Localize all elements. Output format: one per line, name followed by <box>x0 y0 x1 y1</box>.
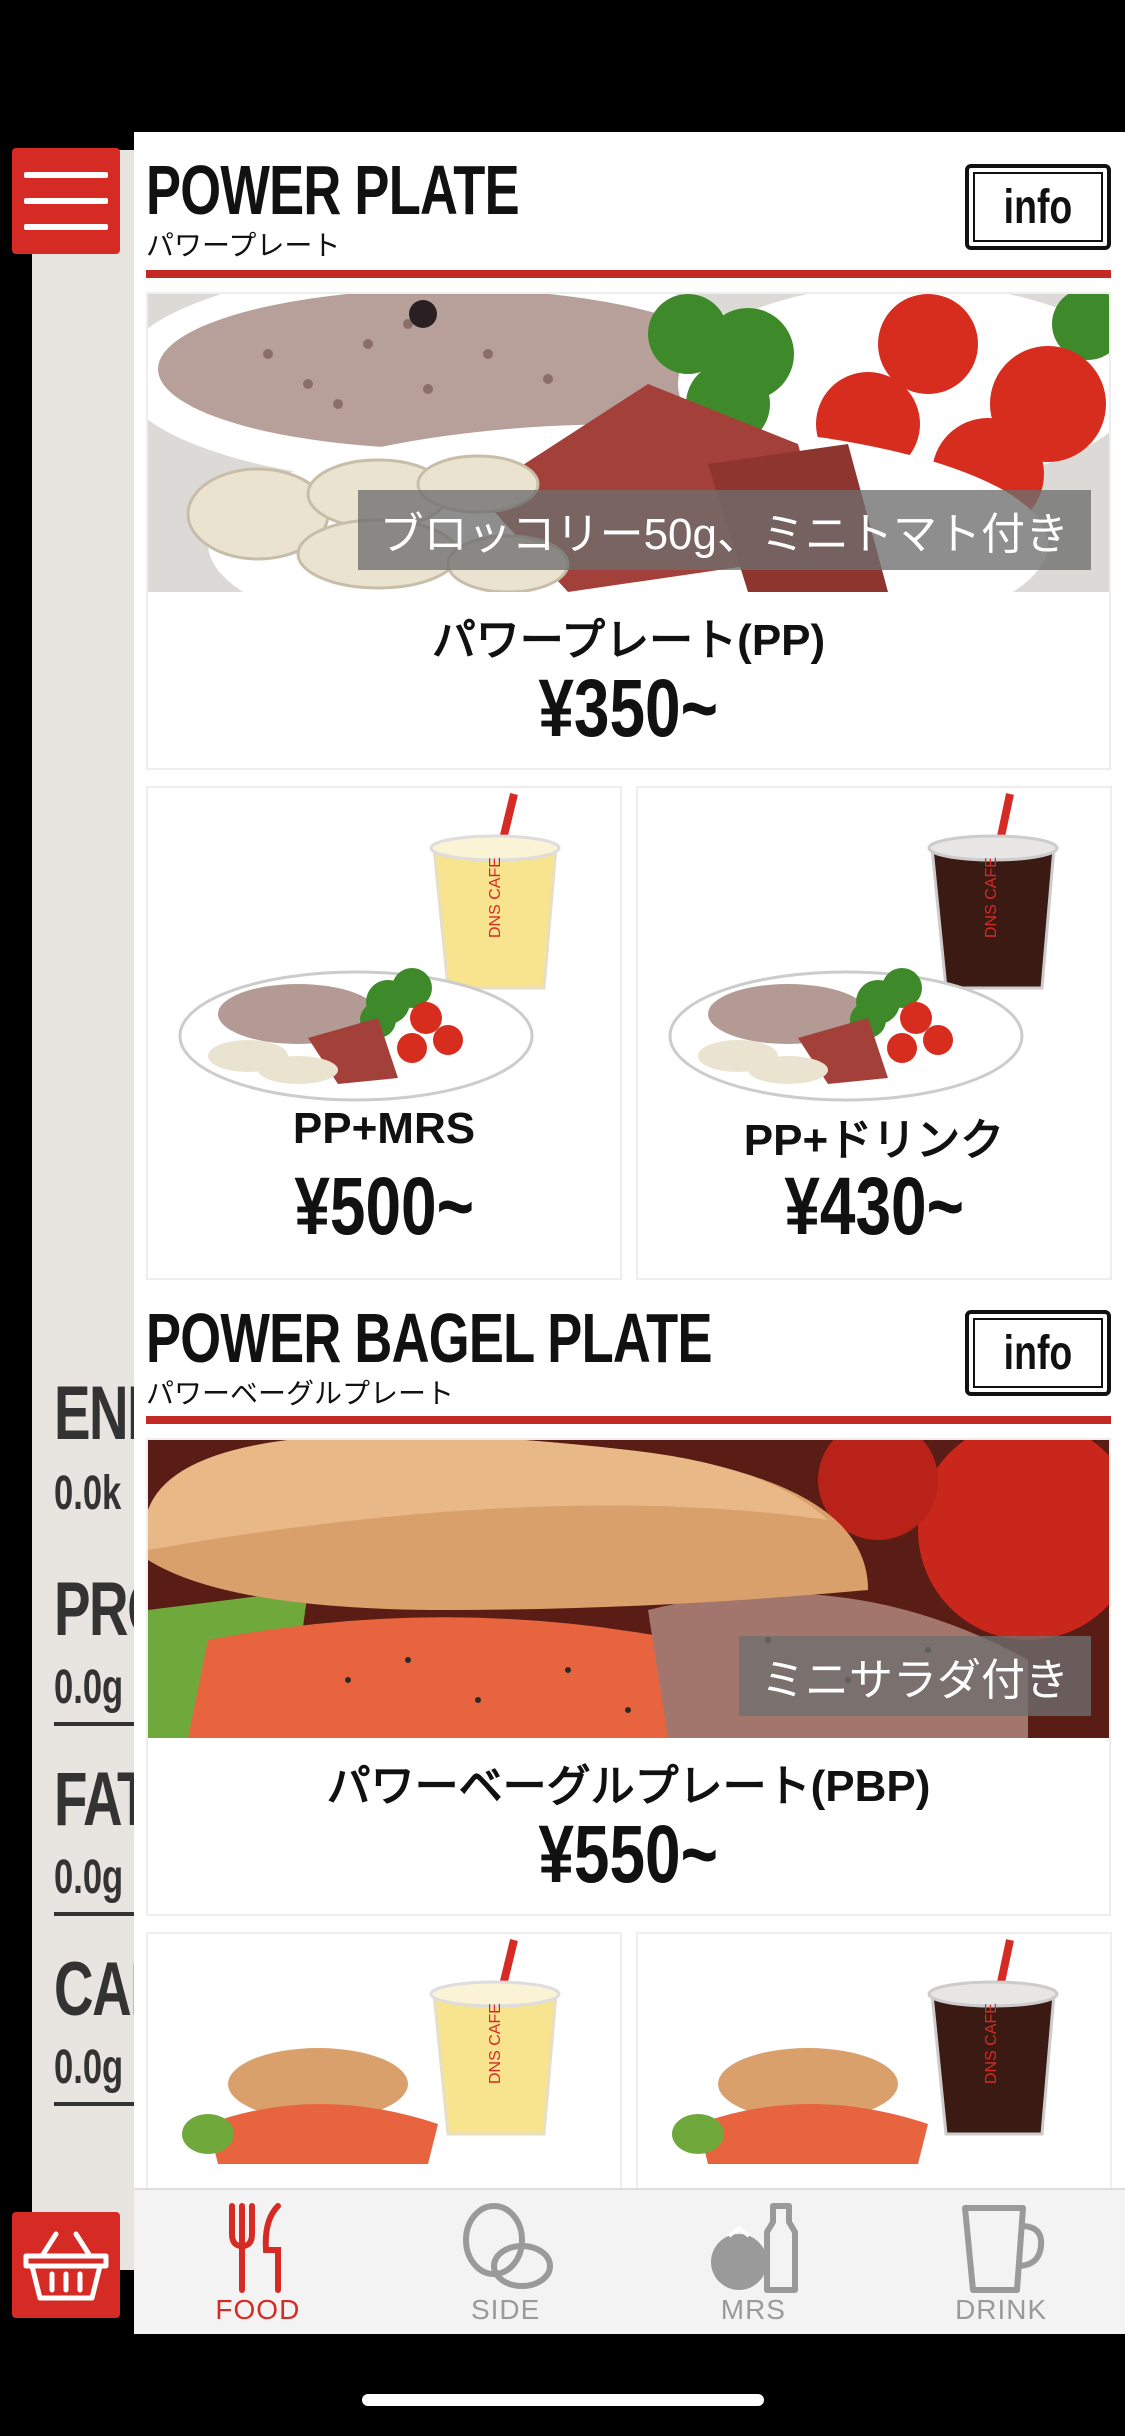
tab-drink[interactable]: DRINK <box>877 2190 1125 2334</box>
section-title: POWER BAGEL PLATE <box>146 1299 713 1377</box>
svg-text:DNS CAFE: DNS CAFE <box>983 2003 1000 2084</box>
food-photo: DNS CAFE <box>668 793 1059 1102</box>
svg-text:DNS CAFE: DNS CAFE <box>487 857 504 938</box>
menu-item-card[interactable]: ミニサラダ付き パワーベーグルプレート(PBP) ¥550~ <box>146 1438 1111 1916</box>
fork-knife-icon <box>228 2203 281 2293</box>
macro-summary: PRO 0.0g FAT 0.0g CAI 0.0g <box>32 1556 170 2156</box>
tab-label: DRINK <box>955 2294 1048 2325</box>
item-price: ¥430~ <box>784 1161 964 1252</box>
tab-label: MRS <box>720 2294 786 2325</box>
tab-label: FOOD <box>215 2294 301 2325</box>
energy-value: 0.0k <box>54 1467 122 1520</box>
energy-summary: ENE 0.0k <box>32 1360 164 1536</box>
item-name: パワーベーグルプレート(PBP) <box>326 1762 931 1811</box>
protein-value: 0.0g <box>54 1661 124 1714</box>
hero-caption: ブロッコリー50g、ミニトマト付き <box>357 490 1091 570</box>
svg-text:DNS CAFE: DNS CAFE <box>983 857 1000 938</box>
cart-button[interactable] <box>12 2212 120 2318</box>
hero-caption: ミニサラダ付き <box>739 1636 1091 1716</box>
home-indicator <box>362 2394 764 2406</box>
menu-content: POWER PLATE パワープレート info ブロッコリー50g、ミニトマト… <box>134 132 1125 2332</box>
tab-food[interactable]: FOOD <box>134 2190 382 2334</box>
section-subtitle: パワーベーグルプレート <box>146 1378 455 1409</box>
menu-item-card[interactable]: DNS CAFE PP+MRS ¥500~ <box>146 786 622 1280</box>
bottom-tab-bar: FOOD SIDE MRS DRINK <box>134 2188 1125 2334</box>
hamburger-line <box>24 172 108 178</box>
item-price: ¥550~ <box>538 1809 719 1900</box>
svg-text:DNS CAFE: DNS CAFE <box>487 2003 504 2084</box>
section-title: POWER PLATE <box>146 151 520 229</box>
food-photo: DNS CAFE <box>178 793 561 1102</box>
tab-mrs[interactable]: MRS <box>630 2190 878 2334</box>
hamburger-line <box>24 198 108 204</box>
fat-value: 0.0g <box>54 1851 124 1904</box>
egg-icon <box>462 2203 553 2289</box>
section-divider <box>146 1416 1111 1424</box>
section-divider <box>146 270 1111 278</box>
info-button[interactable]: info <box>965 1310 1111 1396</box>
info-button[interactable]: info <box>965 164 1111 250</box>
item-name: パワープレート(PP) <box>431 616 826 665</box>
section-subtitle: パワープレート <box>146 230 341 261</box>
basket-icon <box>23 2231 109 2301</box>
mug-icon <box>962 2205 1045 2293</box>
item-price: ¥350~ <box>538 663 719 754</box>
menu-button[interactable] <box>12 148 120 254</box>
hamburger-line <box>24 224 108 230</box>
carb-value: 0.0g <box>54 2041 124 2094</box>
item-name: PP+MRS <box>292 1104 476 1153</box>
tomato-bottle-icon <box>711 2203 799 2293</box>
carb-label: CAI <box>54 1947 145 2032</box>
menu-item-card[interactable]: ブロッコリー50g、ミニトマト付き パワープレート(PP) ¥350~ <box>146 292 1111 770</box>
menu-item-card[interactable]: DNS CAFE PP+ドリンク ¥430~ <box>636 786 1112 1280</box>
tab-side[interactable]: SIDE <box>382 2190 630 2334</box>
item-price: ¥500~ <box>294 1161 474 1252</box>
tab-label: SIDE <box>470 2294 541 2325</box>
item-name: PP+ドリンク <box>743 1116 1005 1165</box>
